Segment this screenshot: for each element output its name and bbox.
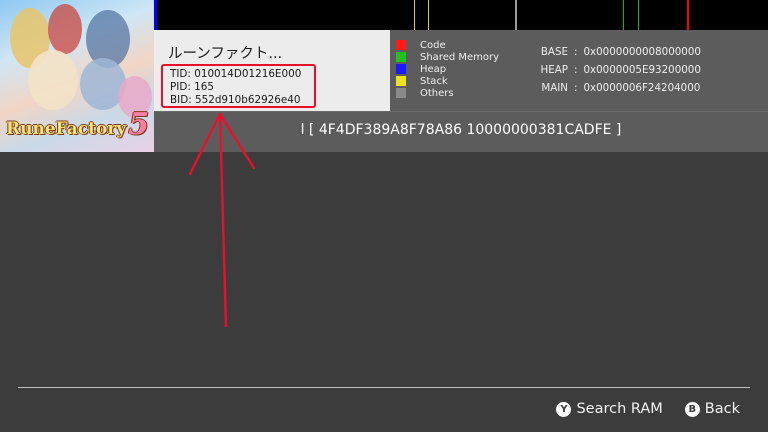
game-cover-art: RuneFactory5 bbox=[0, 0, 154, 152]
footer-controls: Y Search RAM B Back bbox=[534, 401, 740, 417]
footer-divider bbox=[18, 387, 750, 388]
address-list: BASE:0x0000000008000000 HEAP:0x0000005E93… bbox=[538, 46, 701, 100]
process-info-panel: ルーンファクト... TID: 010014D01216E000 PID: 16… bbox=[154, 30, 390, 111]
memory-segment-shared bbox=[623, 0, 624, 30]
address-separator: : bbox=[574, 46, 578, 58]
legend-swatch bbox=[396, 76, 406, 86]
legend-swatch bbox=[396, 52, 406, 62]
art-character bbox=[48, 4, 82, 54]
art-character bbox=[28, 50, 78, 110]
back-button[interactable]: B Back bbox=[684, 401, 740, 417]
id-highlight-box: TID: 010014D01216E000 PID: 165 BID: 552d… bbox=[161, 64, 316, 108]
legend-item: Code bbox=[396, 39, 499, 51]
search-ram-button[interactable]: Y Search RAM bbox=[556, 401, 663, 417]
memory-segment-stack bbox=[414, 0, 415, 30]
address-row: MAIN:0x0000006F24204000 bbox=[538, 82, 701, 100]
address-value: 0x0000000008000000 bbox=[583, 46, 701, 58]
back-label: Back bbox=[704, 401, 740, 417]
legend-item: Heap bbox=[396, 63, 499, 75]
legend-label: Shared Memory bbox=[420, 51, 500, 63]
hex-value-display: l [ 4F4DF389A8F78A86 10000000381CADFE ] bbox=[300, 122, 622, 138]
hex-value-bar: l [ 4F4DF389A8F78A86 10000000381CADFE ] bbox=[154, 111, 768, 152]
search-ram-label: Search RAM bbox=[576, 401, 663, 417]
memory-legend: Code Shared Memory Heap Stack Others bbox=[396, 39, 499, 99]
legend-swatch bbox=[396, 88, 406, 98]
address-label: BASE bbox=[540, 46, 568, 58]
legend-item: Others bbox=[396, 87, 499, 99]
game-logo: RuneFactory5 bbox=[6, 107, 150, 142]
legend-item: Stack bbox=[396, 75, 499, 87]
game-title: ルーンファクト... bbox=[168, 46, 283, 62]
legend-label: Stack bbox=[420, 75, 448, 87]
legend-swatch bbox=[396, 40, 406, 50]
y-button-icon: Y bbox=[556, 401, 572, 417]
legend-item: Shared Memory bbox=[396, 51, 499, 63]
memory-segment-code bbox=[687, 0, 689, 30]
address-value: 0x0000006F24204000 bbox=[583, 82, 701, 94]
legend-label: Others bbox=[420, 87, 454, 99]
title-id: TID: 010014D01216E000 bbox=[170, 68, 302, 80]
address-value: 0x0000005E93200000 bbox=[583, 64, 701, 76]
memory-segment-stack bbox=[428, 0, 429, 30]
process-id: PID: 165 bbox=[170, 81, 214, 93]
memory-segment-shared bbox=[638, 0, 639, 30]
legend-swatch bbox=[396, 64, 406, 74]
address-separator: : bbox=[574, 64, 578, 76]
address-row: HEAP:0x0000005E93200000 bbox=[538, 64, 701, 82]
address-label: HEAP bbox=[540, 64, 568, 76]
memory-segment-heap bbox=[154, 0, 157, 30]
legend-label: Heap bbox=[420, 63, 447, 75]
address-row: BASE:0x0000000008000000 bbox=[538, 46, 701, 64]
build-id: BID: 552d910b62926e40 bbox=[170, 94, 301, 106]
memory-map-bar bbox=[154, 0, 768, 30]
address-label: MAIN bbox=[541, 82, 568, 94]
address-separator: : bbox=[574, 82, 578, 94]
memory-legend-panel: Code Shared Memory Heap Stack Others BASE:0x… bbox=[390, 30, 768, 111]
legend-label: Code bbox=[420, 39, 446, 51]
b-button-icon: B bbox=[684, 401, 700, 417]
memory-segment-other bbox=[515, 0, 517, 30]
